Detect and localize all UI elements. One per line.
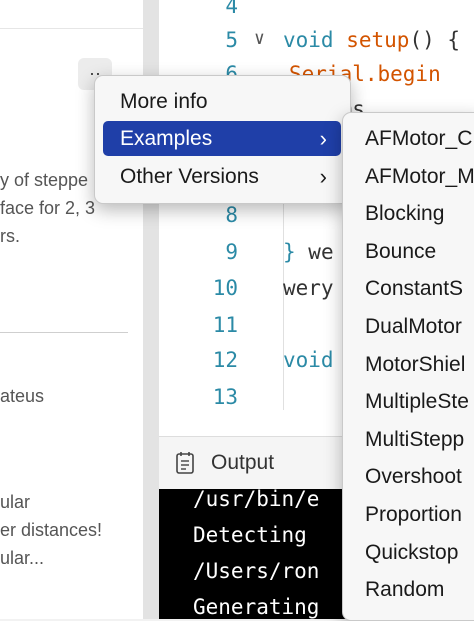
submenu-item[interactable]: Proportion: [365, 503, 462, 527]
code-token: setup: [346, 28, 410, 52]
chevron-right-icon: ›: [319, 164, 327, 189]
code-text: wery: [283, 276, 334, 300]
line-number: 10: [212, 276, 238, 300]
code-text: } we: [283, 240, 334, 264]
code-token: void: [283, 348, 334, 372]
line-number: 13: [212, 385, 238, 409]
line-number: 5: [225, 28, 238, 52]
code-token: we: [308, 240, 334, 264]
submenu-item[interactable]: AFMotor_C: [365, 127, 472, 151]
line-number: 4: [225, 0, 238, 18]
submenu-item[interactable]: DualMotor: [365, 315, 462, 339]
line-number: 8: [225, 203, 238, 227]
menu-item-label: Examples: [120, 127, 213, 150]
fold-chevron-icon[interactable]: ∨: [254, 28, 265, 49]
submenu-item[interactable]: Blocking: [365, 202, 444, 226]
library-description: er distances!: [0, 520, 103, 540]
output-title: Output: [211, 451, 275, 474]
menu-item-other-versions[interactable]: Other Versions ›: [103, 159, 341, 194]
menu-item-examples[interactable]: Examples ›: [103, 121, 341, 156]
submenu-item[interactable]: Bounce: [365, 240, 436, 264]
code-line[interactable]: 5 ∨ void setup() {: [159, 28, 474, 64]
code-text: void setup() {: [283, 28, 460, 52]
submenu-item[interactable]: MultiStepp: [365, 428, 464, 452]
code-token: .begin: [364, 62, 441, 86]
menu-item-label: Other Versions: [120, 165, 259, 188]
library-author: ateus: [0, 386, 45, 406]
code-token: void: [283, 28, 347, 52]
code-text: void: [283, 348, 334, 372]
line-number: 11: [212, 313, 238, 337]
context-menu: More info Examples › Other Versions ›: [94, 75, 351, 204]
examples-submenu: AFMotor_C AFMotor_M Blocking Bounce Constant…: [342, 112, 474, 621]
line-number: 12: [212, 348, 238, 372]
console-line: Generating: [193, 595, 320, 619]
submenu-item[interactable]: Quickstop: [365, 541, 458, 565]
code-line[interactable]: 4: [159, 0, 474, 30]
library-description: y of steppe: [0, 170, 89, 190]
divider: [0, 332, 128, 333]
library-description: face for 2, 3: [0, 198, 96, 218]
submenu-item[interactable]: MotorShiel: [365, 353, 465, 377]
submenu-item[interactable]: MultipleSte: [365, 390, 469, 414]
code-token: () {: [409, 28, 461, 52]
submenu-item[interactable]: AFMotor_M: [365, 165, 474, 189]
library-description: ular...: [0, 548, 45, 568]
console-line: Detecting: [193, 523, 307, 547]
chevron-right-icon: ›: [319, 126, 327, 151]
divider: [0, 28, 143, 29]
submenu-item[interactable]: Random: [365, 578, 444, 602]
console-line: /Users/ron: [193, 559, 320, 583]
submenu-item[interactable]: ConstantS: [365, 277, 463, 301]
library-description: ular: [0, 492, 31, 512]
submenu-item[interactable]: Overshoot: [365, 465, 462, 489]
library-description: rs.: [0, 226, 20, 246]
code-token: wery: [283, 276, 334, 300]
code-token: }: [283, 240, 309, 264]
console-line: /usr/bin/e: [193, 489, 320, 511]
menu-item-label: More info: [120, 90, 208, 113]
menu-item-more-info[interactable]: More info: [103, 84, 341, 119]
line-number: 9: [225, 240, 238, 264]
output-icon: [176, 452, 194, 474]
